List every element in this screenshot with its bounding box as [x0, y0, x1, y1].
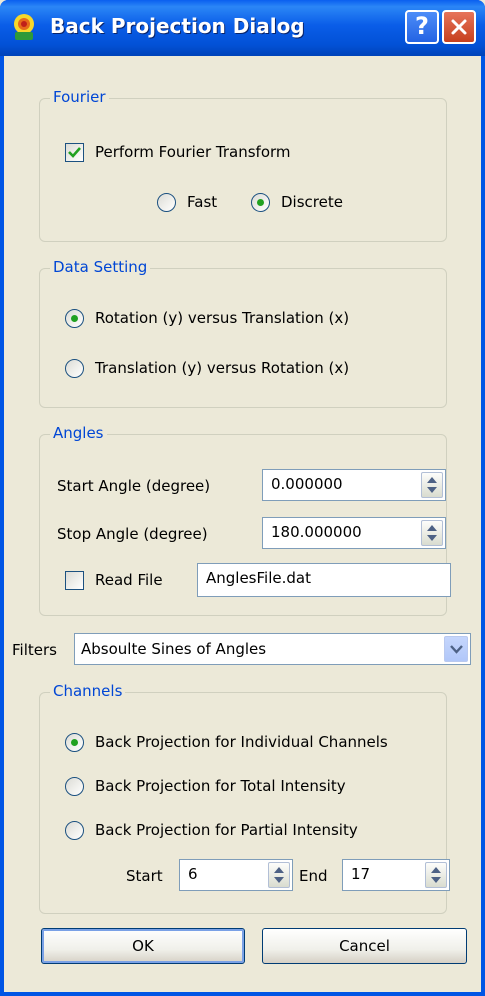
start-angle-input[interactable] — [271, 475, 391, 493]
angles-file-field[interactable] — [197, 563, 451, 597]
discrete-radio[interactable] — [251, 193, 270, 212]
rotation-vs-translation-label: Rotation (y) versus Translation (x) — [95, 309, 350, 327]
fourier-group-title: Fourier — [50, 88, 109, 106]
end-channel-spinbox[interactable] — [342, 859, 450, 891]
start-channel-stepper[interactable] — [268, 862, 290, 888]
perform-fourier-checkbox[interactable] — [65, 143, 84, 162]
partial-intensity-radio[interactable] — [65, 821, 84, 840]
start-angle-label: Start Angle (degree) — [57, 477, 211, 495]
end-channel-input[interactable] — [351, 865, 421, 883]
partial-intensity-label: Back Projection for Partial Intensity — [95, 821, 358, 839]
checkmark-icon — [68, 147, 81, 158]
arrow-down-icon[interactable] — [427, 535, 437, 541]
total-intensity-radio[interactable] — [65, 777, 84, 796]
fast-label: Fast — [187, 193, 218, 211]
stop-angle-stepper[interactable] — [421, 520, 443, 546]
arrow-up-icon[interactable] — [431, 867, 441, 873]
angles-group: Angles Start Angle (degree) Stop Angle (… — [39, 424, 451, 616]
arrow-down-icon[interactable] — [274, 877, 284, 883]
arrow-down-icon[interactable] — [431, 877, 441, 883]
filters-label: Filters — [12, 641, 57, 659]
arrow-down-icon[interactable] — [427, 487, 437, 493]
stop-angle-spinbox[interactable] — [262, 517, 446, 549]
end-channel-stepper[interactable] — [425, 862, 447, 888]
angles-group-title: Angles — [50, 424, 107, 442]
app-icon — [14, 14, 34, 40]
read-file-checkbox[interactable] — [65, 571, 84, 590]
filters-select[interactable]: Absoulte Sines of Angles — [74, 633, 471, 665]
arrow-up-icon[interactable] — [427, 477, 437, 483]
stop-angle-input[interactable] — [271, 523, 391, 541]
start-channel-input[interactable] — [188, 865, 258, 883]
end-channel-label: End — [299, 867, 328, 885]
discrete-label: Discrete — [281, 193, 343, 211]
read-file-label: Read File — [95, 571, 163, 589]
individual-channels-label: Back Projection for Individual Channels — [95, 733, 388, 751]
channels-group-title: Channels — [50, 682, 126, 700]
filters-dropdown-button[interactable] — [444, 636, 468, 662]
stop-angle-label: Stop Angle (degree) — [57, 525, 208, 543]
individual-channels-radio[interactable] — [65, 733, 84, 752]
start-channel-label: Start — [126, 867, 163, 885]
data-setting-group-title: Data Setting — [50, 258, 151, 276]
close-button[interactable] — [442, 10, 476, 44]
channels-group: Channels Back Projection for Individual … — [39, 682, 450, 914]
fast-radio[interactable] — [157, 193, 176, 212]
rotation-vs-translation-radio[interactable] — [65, 309, 84, 328]
title-bar[interactable]: Back Projection Dialog ? — [0, 0, 485, 56]
cancel-button[interactable]: Cancel — [262, 928, 467, 964]
translation-vs-rotation-label: Translation (y) versus Rotation (x) — [95, 359, 350, 377]
arrow-up-icon[interactable] — [427, 525, 437, 531]
filters-selected-value: Absoulte Sines of Angles — [81, 640, 267, 658]
angles-file-input[interactable] — [206, 569, 436, 587]
start-channel-spinbox[interactable] — [179, 859, 293, 891]
perform-fourier-label: Perform Fourier Transform — [95, 143, 291, 161]
data-setting-group: Data Setting Rotation (y) versus Transla… — [39, 258, 447, 408]
start-angle-stepper[interactable] — [421, 472, 443, 498]
fourier-group: Fourier Perform Fourier Transform Fast D… — [39, 88, 447, 242]
arrow-up-icon[interactable] — [274, 867, 284, 873]
close-icon — [451, 19, 467, 35]
total-intensity-label: Back Projection for Total Intensity — [95, 777, 346, 795]
chevron-down-icon — [450, 645, 463, 654]
window-title: Back Projection Dialog — [50, 14, 305, 38]
start-angle-spinbox[interactable] — [262, 469, 446, 501]
dialog-body: Fourier Perform Fourier Transform Fast D… — [4, 56, 481, 992]
ok-button[interactable]: OK — [41, 928, 245, 964]
translation-vs-rotation-radio[interactable] — [65, 359, 84, 378]
dialog-window: Back Projection Dialog ? Fourier Perform… — [0, 0, 485, 996]
help-icon: ? — [415, 12, 429, 40]
help-button[interactable]: ? — [405, 10, 439, 44]
